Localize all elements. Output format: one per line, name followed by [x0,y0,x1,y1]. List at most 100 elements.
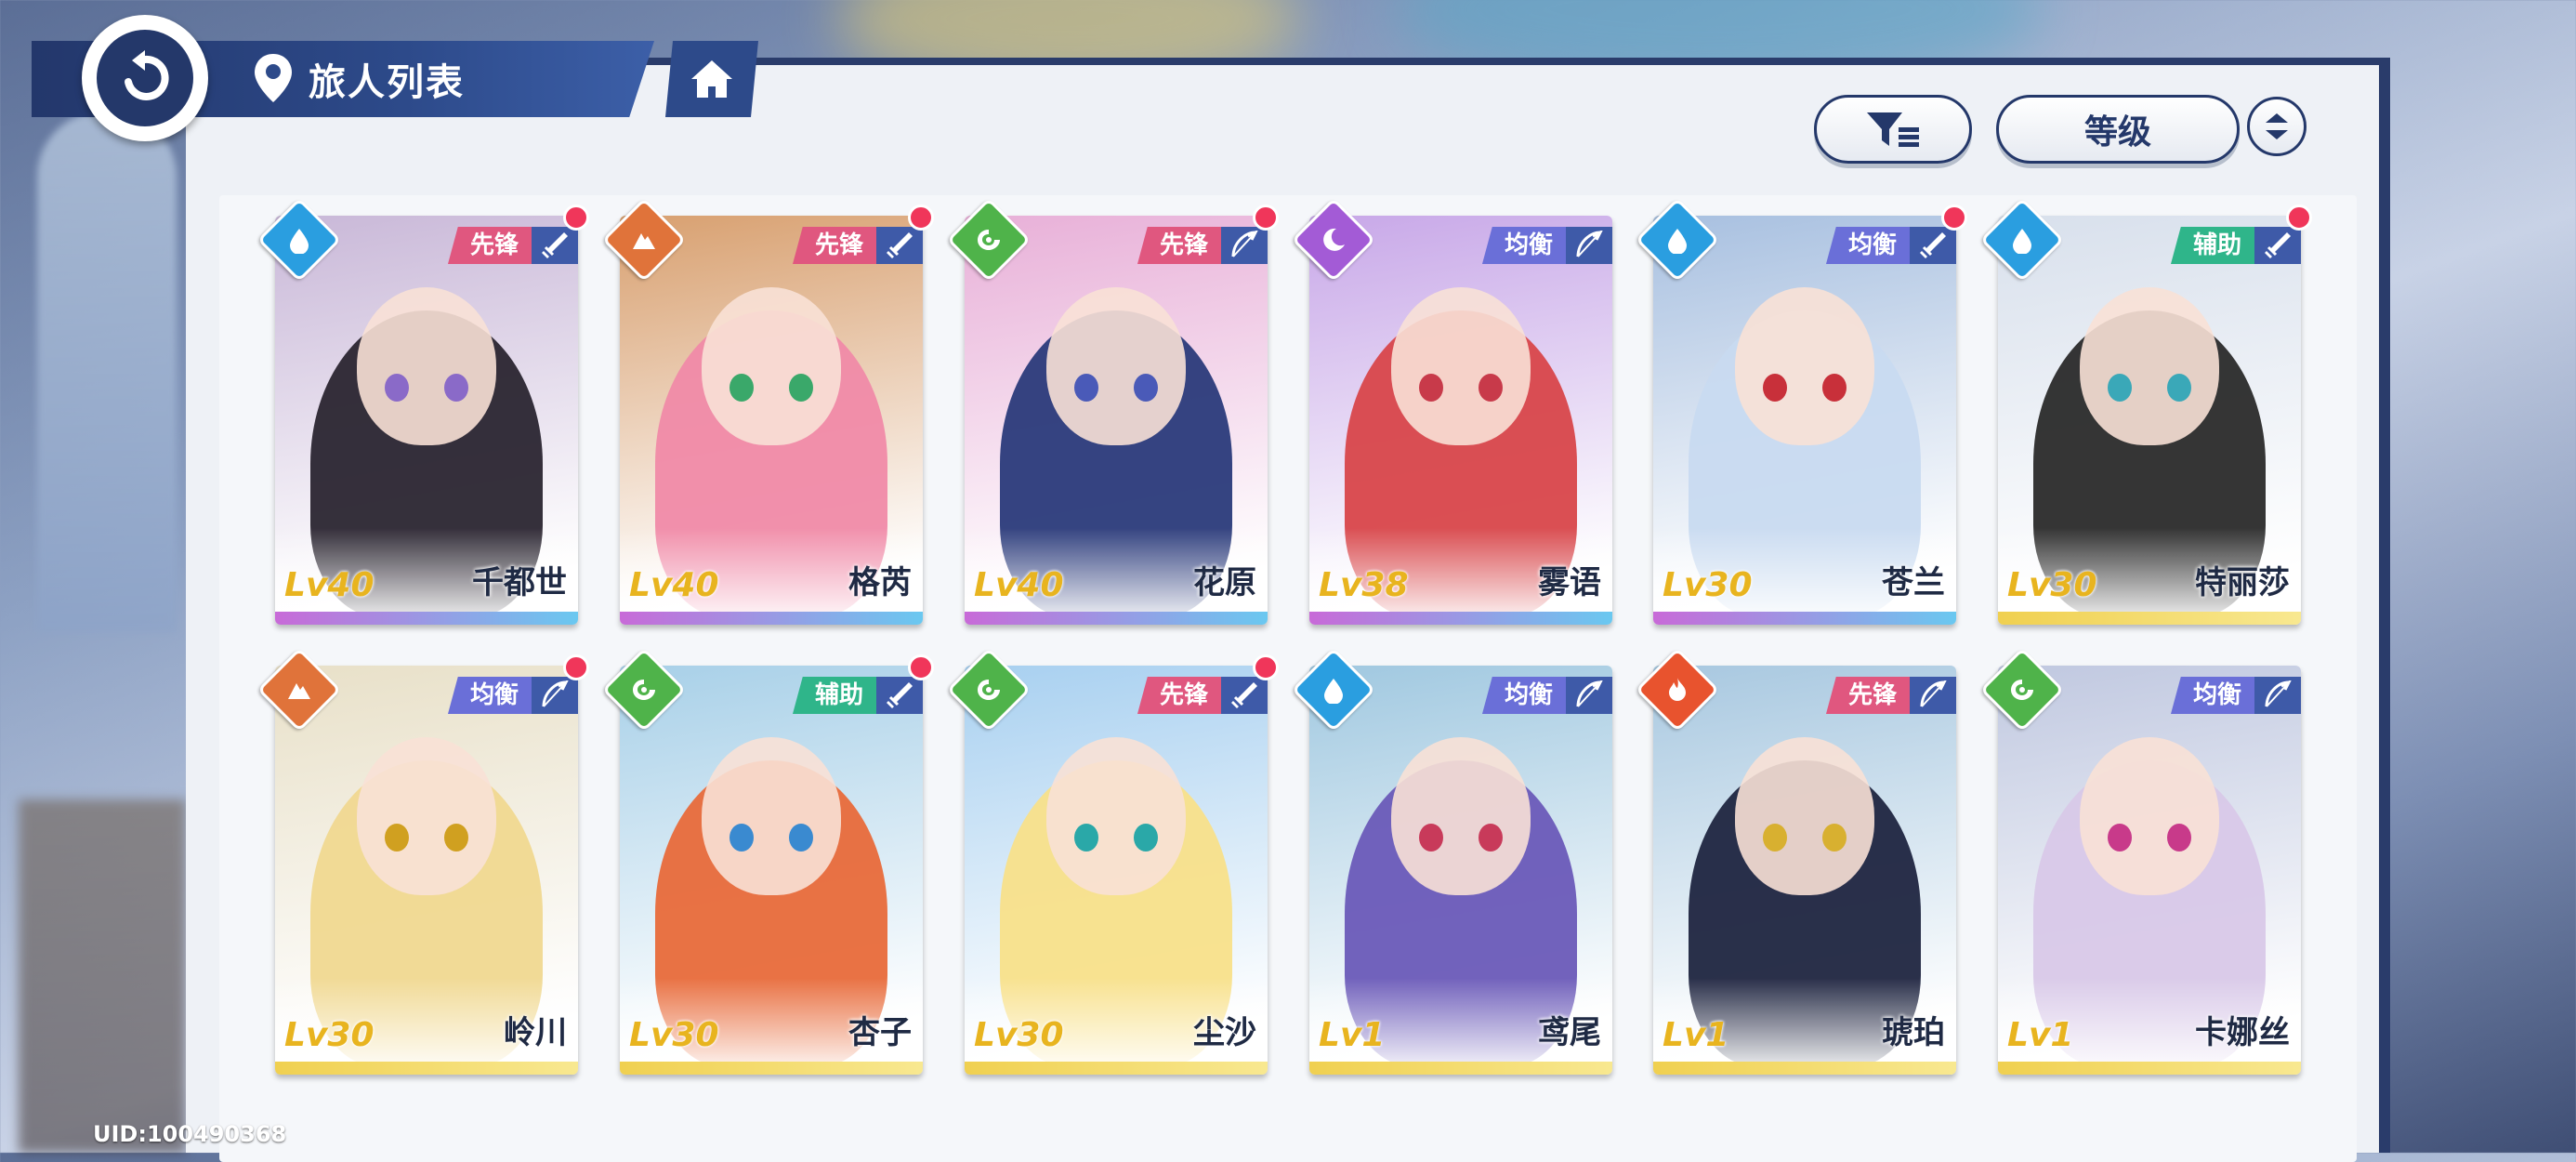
new-indicator-dot [1253,205,1279,231]
rarity-strip [1653,1062,1956,1075]
role-tag: 先锋 [1137,227,1221,264]
rarity-strip [1309,1062,1612,1075]
rarity-strip [1309,612,1612,625]
sword-icon [1221,677,1268,714]
level-label: Lv40 [284,566,375,604]
role-tag: 先锋 [792,227,876,264]
page-title: 旅人列表 [309,61,465,104]
role-tag: 均衡 [447,677,532,714]
portrait-face [1735,286,1874,445]
character-name: 格芮 [848,564,912,601]
new-indicator-dot [563,654,589,680]
sword-icon [2254,227,2301,264]
character-name: 苍兰 [1882,564,1945,601]
traveler-card[interactable]: 均衡 Lv1 卡娜丝 [1979,647,2301,1075]
sort-order-toggle[interactable] [2247,97,2307,156]
character-name: 卡娜丝 [2195,1014,2290,1051]
sword-icon [876,677,923,714]
character-name: 花原 [1193,564,1256,601]
role-tag: 均衡 [1825,227,1910,264]
level-label: Lv30 [2007,566,2097,604]
level-label: Lv1 [2007,1016,2074,1054]
portrait-face [1046,736,1186,895]
role-tag: 均衡 [2170,677,2254,714]
character-name: 杏子 [848,1014,912,1051]
character-name: 岭川 [504,1014,567,1051]
level-label: Lv40 [629,566,719,604]
portrait-face [2080,736,2219,895]
bow-icon [1566,677,1612,714]
character-name: 琥珀 [1882,1014,1945,1051]
level-label: Lv30 [1663,566,1753,604]
rarity-strip [275,1062,578,1075]
filter-button[interactable] [1814,95,1972,164]
role-tag: 先锋 [447,227,532,264]
portrait-face [1391,286,1531,445]
role-tag: 均衡 [1481,227,1566,264]
new-indicator-dot [1253,654,1279,680]
sort-by-level-button[interactable]: 等级 [1996,95,2240,164]
sort-up-icon [2266,113,2288,123]
level-label: Lv30 [284,1016,375,1054]
portrait-face [357,736,496,895]
character-name: 千都世 [472,564,567,601]
rarity-strip [620,612,923,625]
character-name: 尘沙 [1193,1014,1256,1051]
level-label: Lv1 [1663,1016,1729,1054]
home-button[interactable] [665,41,758,117]
rarity-strip [620,1062,923,1075]
traveler-card[interactable]: 先锋 Lv40 花原 [946,197,1279,625]
portrait-face [1391,736,1531,895]
role-tag: 均衡 [1481,677,1566,714]
traveler-card[interactable]: 辅助 Lv30 特丽莎 [1979,197,2312,625]
sword-icon [1910,227,1956,264]
level-label: Lv30 [974,1016,1064,1054]
back-button[interactable] [82,15,208,141]
traveler-card[interactable]: 均衡 Lv30 岭川 [256,647,589,1075]
rarity-strip [275,612,578,625]
rarity-strip [1998,612,2301,625]
traveler-card[interactable]: 先锋 Lv40 千都世 [256,197,589,625]
level-label: Lv38 [1319,566,1409,604]
rarity-strip [1653,612,1956,625]
role-tag: 辅助 [792,677,876,714]
new-indicator-dot [563,205,589,231]
sword-icon [532,227,578,264]
background-shelf [19,799,186,1153]
traveler-card[interactable]: 均衡 Lv1 鸢尾 [1291,647,1612,1075]
new-indicator-dot [2286,205,2312,231]
bow-icon [1221,227,1268,264]
character-name: 雾语 [1538,564,1601,601]
bow-icon [1566,227,1612,264]
traveler-card[interactable]: 均衡 Lv30 苍兰 [1635,197,1967,625]
portrait-face [2080,286,2219,445]
role-tag: 先锋 [1825,677,1910,714]
portrait-face [702,736,841,895]
filter-icon [1867,112,1919,147]
portrait-face [1735,736,1874,895]
traveler-card[interactable]: 先锋 Lv40 格芮 [601,197,934,625]
portrait-face [702,286,841,445]
sort-down-icon [2266,130,2288,139]
user-id: UID:100490368 [93,1121,287,1147]
traveler-card[interactable]: 辅助 Lv30 杏子 [601,647,934,1075]
back-arrow-icon [97,30,193,126]
level-label: Lv1 [1319,1016,1386,1054]
character-name: 特丽莎 [2195,564,2290,601]
rarity-strip [1998,1062,2301,1075]
rarity-strip [965,612,1268,625]
character-name: 鸢尾 [1538,1014,1601,1051]
bow-icon [2254,677,2301,714]
traveler-card[interactable]: 先锋 Lv30 尘沙 [946,647,1279,1075]
new-indicator-dot [908,205,934,231]
traveler-card[interactable]: 均衡 Lv38 雾语 [1291,197,1612,625]
new-indicator-dot [908,654,934,680]
bow-icon [532,677,578,714]
rarity-strip [965,1062,1268,1075]
level-label: Lv40 [974,566,1064,604]
portrait-face [357,286,496,445]
portrait-face [1046,286,1186,445]
traveler-card[interactable]: 先锋 Lv1 琥珀 [1635,647,1956,1075]
role-tag: 先锋 [1137,677,1221,714]
new-indicator-dot [1941,205,1967,231]
